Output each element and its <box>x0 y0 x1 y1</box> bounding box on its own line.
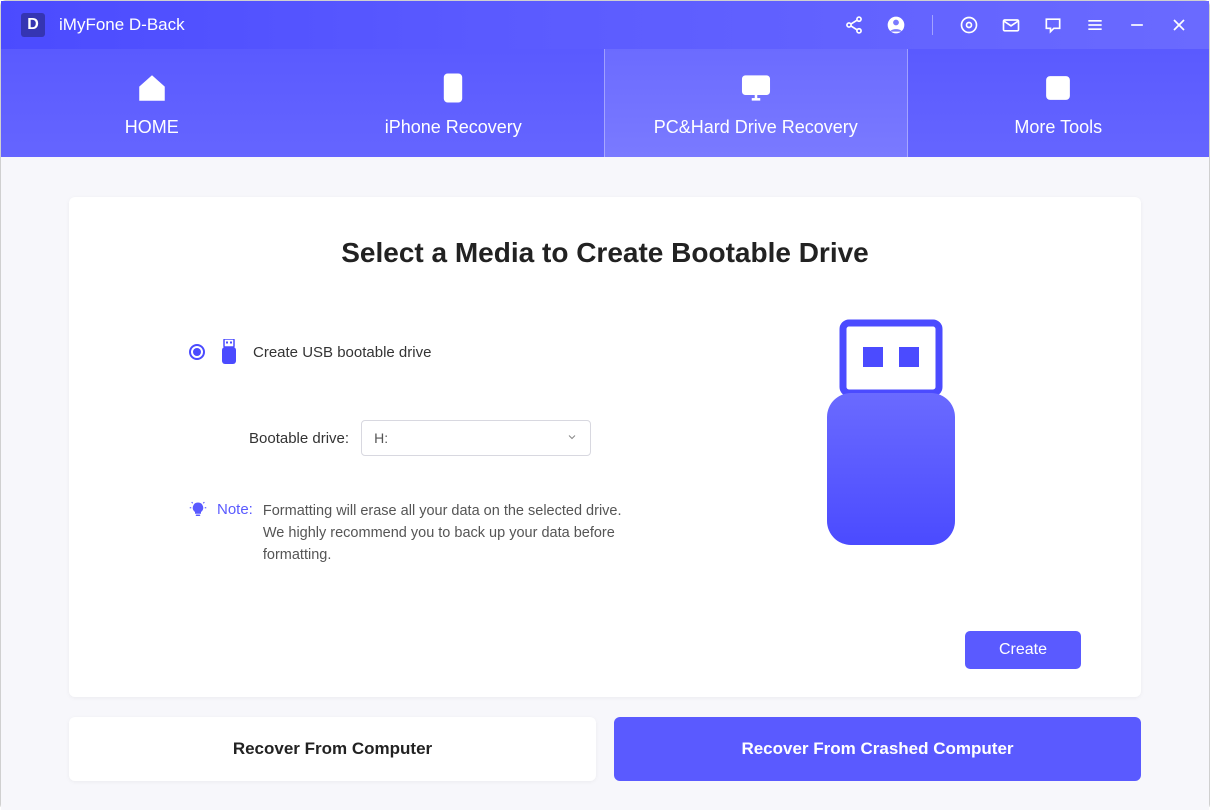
close-icon[interactable] <box>1169 15 1189 35</box>
tab-iphone-recovery[interactable]: iPhone Recovery <box>303 49 605 157</box>
options-column: Create USB bootable drive Bootable drive… <box>129 319 671 631</box>
tab-home-label: HOME <box>125 117 179 138</box>
dropdown-row: Bootable drive: H: <box>249 420 671 456</box>
tab-recover-from-crashed-computer[interactable]: Recover From Crashed Computer <box>614 717 1141 781</box>
dropdown-label: Bootable drive: <box>249 430 349 447</box>
tab-pc-hard-drive-recovery[interactable]: PC&Hard Drive Recovery <box>604 49 908 157</box>
content-area: Select a Media to Create Bootable Drive … <box>1 157 1209 810</box>
note-row: Note: Formatting will erase all your dat… <box>189 501 671 566</box>
create-button[interactable]: Create <box>965 631 1081 669</box>
usb-drive-illustration <box>821 319 961 554</box>
dropdown-value: H: <box>374 430 388 446</box>
minimize-icon[interactable] <box>1127 15 1147 35</box>
tab-iphone-label: iPhone Recovery <box>385 117 522 138</box>
tab-recover-from-computer-label: Recover From Computer <box>233 739 432 759</box>
account-icon[interactable] <box>886 15 906 35</box>
tab-more-label: More Tools <box>1014 117 1102 138</box>
bottom-tabs: Recover From Computer Recover From Crash… <box>69 717 1141 781</box>
page-heading: Select a Media to Create Bootable Drive <box>129 237 1081 269</box>
menu-icon[interactable] <box>1085 15 1105 35</box>
main-card: Select a Media to Create Bootable Drive … <box>69 197 1141 697</box>
app-logo: D <box>21 13 45 37</box>
more-icon <box>1039 69 1077 107</box>
tab-recover-from-computer[interactable]: Recover From Computer <box>69 717 596 781</box>
app-title: iMyFone D-Back <box>59 15 185 35</box>
radio-selected-icon <box>189 344 205 360</box>
tab-home[interactable]: HOME <box>1 49 303 157</box>
mail-icon[interactable] <box>1001 15 1021 35</box>
illustration-column <box>701 319 1081 631</box>
tab-pc-label: PC&Hard Drive Recovery <box>654 117 858 138</box>
home-icon <box>133 69 171 107</box>
titlebar: D iMyFone D-Back <box>1 1 1209 49</box>
radio-usb-option[interactable]: Create USB bootable drive <box>189 339 671 365</box>
feedback-icon[interactable] <box>1043 15 1063 35</box>
phone-refresh-icon <box>434 69 472 107</box>
titlebar-icons <box>844 15 1189 35</box>
usb-mini-icon <box>221 339 237 365</box>
radio-usb-label: Create USB bootable drive <box>253 344 431 361</box>
note-label: Note: <box>217 501 253 566</box>
navbar: HOME iPhone Recovery PC&Hard Drive Recov… <box>1 49 1209 157</box>
settings-icon[interactable] <box>959 15 979 35</box>
tab-more-tools[interactable]: More Tools <box>908 49 1210 157</box>
note-text: Formatting will erase all your data on t… <box>263 501 623 566</box>
chevron-down-icon <box>566 430 578 446</box>
lightbulb-icon <box>189 501 207 566</box>
separator <box>932 15 933 35</box>
tab-recover-from-crashed-label: Recover From Crashed Computer <box>741 739 1013 759</box>
share-icon[interactable] <box>844 15 864 35</box>
monitor-key-icon <box>737 69 775 107</box>
bootable-drive-select[interactable]: H: <box>361 420 591 456</box>
